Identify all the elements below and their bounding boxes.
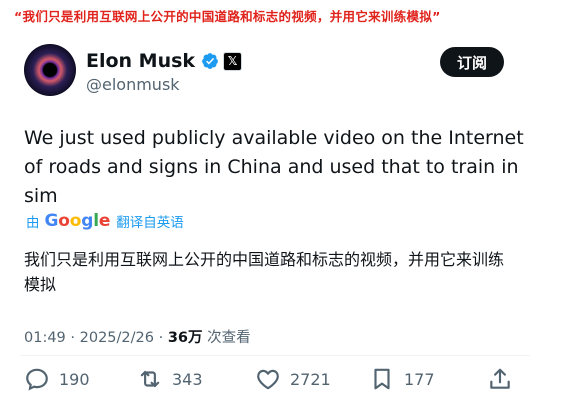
avatar[interactable]: [24, 44, 76, 96]
meta-separator: ·: [65, 330, 80, 346]
author-name[interactable]: Elon Musk: [86, 50, 195, 72]
tweet-text: We just used publicly available video on…: [24, 127, 524, 207]
heart-icon: [257, 369, 279, 390]
x-logo-icon: 𝕏: [223, 51, 243, 71]
tweet-date[interactable]: 2025/2/26: [80, 330, 154, 346]
views-count: 36万: [167, 330, 203, 346]
subscribe-button[interactable]: 订阅: [440, 47, 504, 77]
bookmark-icon: [374, 368, 390, 390]
divider: [20, 355, 530, 356]
author-name-row[interactable]: Elon Musk 𝕏: [86, 50, 243, 72]
verified-badge-icon: [202, 53, 218, 69]
bookmark-count: 177: [404, 369, 435, 389]
views-label: 次查看: [207, 330, 251, 346]
tweet-time[interactable]: 01:49: [24, 330, 66, 346]
repost-icon: [140, 370, 160, 388]
translated-text: 我们只是利用互联网上公开的中国道路和标志的视频，并用它来训练模拟: [24, 250, 505, 294]
reply-button[interactable]: 190: [24, 366, 90, 392]
reply-icon: [26, 368, 48, 391]
bookmark-button[interactable]: 177: [369, 366, 435, 392]
image-caption: “我们只是利用互联网上公开的中国道路和标志的视频，并用它来训练模拟”: [14, 9, 441, 24]
share-button[interactable]: [487, 366, 513, 396]
translation-attribution[interactable]: 由 Google 翻译自英语: [26, 211, 184, 231]
like-count: 2721: [290, 369, 331, 389]
tweet-meta: 01:49 · 2025/2/26 · 36万 次查看: [24, 326, 251, 347]
google-logo: Google: [44, 211, 111, 231]
repost-count: 343: [172, 369, 203, 389]
share-icon: [490, 368, 510, 389]
action-bar: 190 343 2721 177: [24, 366, 524, 394]
repost-button[interactable]: 343: [137, 366, 203, 392]
translated-by-prefix: 由: [26, 215, 40, 231]
meta-separator: ·: [153, 330, 168, 346]
reply-count: 190: [59, 369, 90, 389]
author-handle[interactable]: @elonmusk: [86, 75, 180, 94]
like-button[interactable]: 2721: [255, 366, 331, 392]
translate-source-link[interactable]: 翻译自英语: [116, 211, 184, 231]
